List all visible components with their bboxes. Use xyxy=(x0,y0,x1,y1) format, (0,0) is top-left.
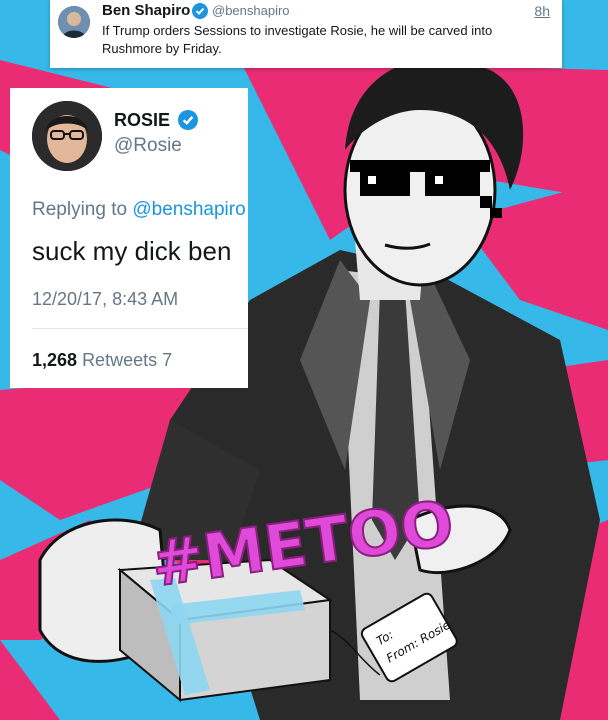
shapiro-handle[interactable]: @benshapiro xyxy=(212,3,290,18)
shapiro-name[interactable]: Ben Shapiro xyxy=(102,2,190,19)
divider xyxy=(32,328,248,329)
rosie-tweet-card: ROSIE @Rosie Replying to @benshapiro suc… xyxy=(10,88,248,388)
rosie-name[interactable]: ROSIE xyxy=(114,110,170,131)
verified-badge-icon xyxy=(178,110,198,130)
avatar-icon xyxy=(58,6,90,38)
tweet-stats: 1,268 Retweets 7 xyxy=(32,350,172,371)
replying-to: Replying to @benshapiro xyxy=(32,199,246,221)
verified-badge-icon xyxy=(192,3,208,19)
stat-fragment: 7 xyxy=(162,350,173,370)
rosie-handle[interactable]: @Rosie xyxy=(114,135,182,157)
retweet-label[interactable]: Retweets xyxy=(82,350,157,370)
tweet-timestamp[interactable]: 8h xyxy=(534,3,550,19)
rosie-avatar[interactable] xyxy=(32,101,102,171)
retweet-count[interactable]: 1,268 xyxy=(32,350,77,370)
avatar-icon xyxy=(32,101,102,171)
rosie-tweet-text: suck my dick ben xyxy=(32,236,232,266)
shapiro-tweet-card: Ben Shapiro @benshapiro 8h If Trump orde… xyxy=(50,0,562,68)
shapiro-tweet-text: If Trump orders Sessions to investigate … xyxy=(102,23,493,56)
shapiro-avatar[interactable] xyxy=(58,6,90,38)
replying-handle-link[interactable]: @benshapiro xyxy=(132,199,245,220)
tweet-date[interactable]: 12/20/17, 8:43 AM xyxy=(32,289,178,310)
replying-prefix: Replying to xyxy=(32,199,128,220)
